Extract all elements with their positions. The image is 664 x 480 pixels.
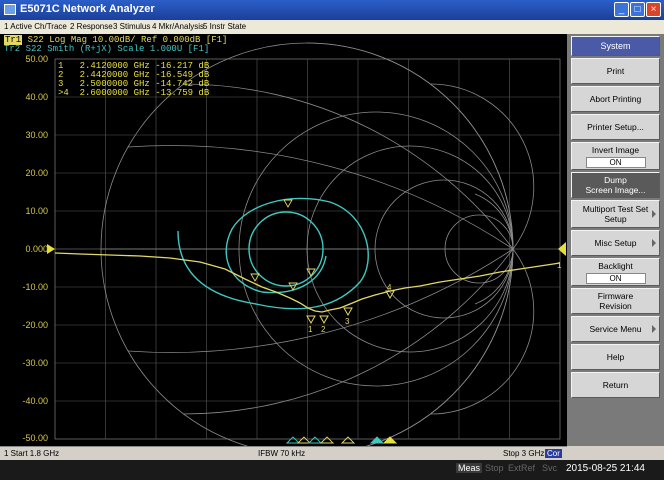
invert-image-state: ON [585, 156, 646, 168]
softkey-system-header[interactable]: System [571, 36, 660, 56]
y-tick-label: 50.00 [25, 54, 48, 64]
menu-response[interactable]: 2 Response [70, 22, 113, 31]
menu-stimulus[interactable]: 3 Stimulus [113, 22, 150, 31]
softkey-firmware-revision[interactable]: Firmware Revision [571, 288, 660, 314]
ref-level-left-arrow [47, 244, 55, 254]
channel-status-bar: 1 Start 1.8 GHz IFBW 70 kHz Stop 3 GHz C… [0, 446, 567, 460]
dump-label-line-2: Screen Image... [585, 185, 646, 195]
backlight-label: Backlight [598, 260, 633, 271]
marker-3-triangle [343, 307, 353, 317]
stop-frequency[interactable]: Stop 3 GHz [503, 449, 544, 458]
softkey-invert-image[interactable]: Invert Image ON [571, 142, 660, 170]
menu-bar: 1 Active Ch/Trace 2 Response 3 Stimulus … [0, 20, 664, 34]
misc-setup-label: Misc Setup [594, 238, 637, 248]
window-title: E5071C Network Analyzer [20, 3, 155, 15]
trace-2-settings: S22 Smith (R+jX) Scale 1.000U [F1] [25, 44, 210, 54]
submenu-arrow-icon [652, 239, 656, 247]
svc-status: Svc [542, 463, 558, 473]
stimulus-marker-row [285, 436, 398, 444]
analyzer-window: E5071C Network Analyzer _ □ × 1 Active C… [0, 0, 664, 480]
marker-2-triangle [319, 315, 329, 325]
correction-indicator: Cor [545, 449, 562, 458]
firmware-label-line-1: Firmware [597, 291, 634, 301]
softkey-print[interactable]: Print [571, 58, 660, 84]
smith-marker-1 [250, 273, 260, 282]
minimize-button[interactable]: _ [614, 2, 629, 17]
trace-2-header[interactable]: Tr2 S22 Smith (R+jX) Scale 1.000U [F1] [4, 44, 209, 54]
submenu-arrow-icon [652, 210, 656, 218]
softkey-multiport-test-set-setup[interactable]: Multiport Test Set Setup [571, 200, 660, 228]
instrument-status-footer: Meas Stop ExtRef Svc 2015-08-25 21:44 [0, 460, 664, 480]
y-tick-label: 40.00 [25, 92, 48, 102]
smith-chart-grid [100, 42, 535, 446]
marker-1-label: 1 [308, 325, 313, 334]
submenu-arrow-icon [652, 325, 656, 333]
marker-3-label: 3 [345, 317, 350, 326]
y-tick-label: 0.000 [25, 244, 48, 254]
maximize-button[interactable]: □ [630, 2, 645, 17]
ifbw-setting[interactable]: IFBW 70 kHz [258, 449, 305, 458]
clock-display: 2015-08-25 21:44 [566, 463, 645, 474]
multiport-label-line-2: Setup [604, 214, 627, 224]
start-frequency[interactable]: 1 Start 1.8 GHz [4, 449, 59, 458]
meas-status: Meas [456, 463, 483, 473]
close-button[interactable]: × [646, 2, 661, 17]
y-tick-label: -30.00 [22, 358, 48, 368]
y-tick-label: -20.00 [22, 320, 48, 330]
marker-1-triangle [306, 315, 316, 325]
y-tick-label: -10.00 [22, 282, 48, 292]
invert-image-label: Invert Image [591, 144, 640, 155]
backlight-state: ON [585, 272, 646, 284]
menu-instr-state[interactable]: 5 Instr State [203, 22, 246, 31]
trace-end-label: 1 [557, 261, 562, 270]
softkey-misc-setup[interactable]: Misc Setup [571, 230, 660, 256]
menu-mkr-analysis[interactable]: 4 Mkr/Analysis [152, 22, 204, 31]
y-tick-label: 20.00 [25, 168, 48, 178]
trace-2-tag: Tr2 [4, 44, 21, 54]
marker-readout-4: >4 2.6000000 GHz -13.759 dB [58, 88, 210, 98]
extref-status: ExtRef [508, 463, 536, 473]
softkey-backlight[interactable]: Backlight ON [571, 258, 660, 286]
softkey-service-menu[interactable]: Service Menu [571, 316, 660, 342]
softkey-dump-screen-image[interactable]: Dump Screen Image... [571, 172, 660, 198]
firmware-label-line-2: Revision [599, 301, 632, 311]
smith-marker-4 [283, 199, 293, 208]
menu-active-ch-trace[interactable]: 1 Active Ch/Trace [4, 22, 67, 31]
softkey-panel: System Print Abort Printing Printer Setu… [567, 34, 664, 446]
softkey-abort-printing[interactable]: Abort Printing [571, 86, 660, 112]
measurement-display[interactable]: 1 2 3 4 Tr1 S22 Log Mag 10.00dB/ Ref 0.0… [0, 34, 567, 446]
title-bar: E5071C Network Analyzer _ □ × [0, 0, 664, 20]
ref-level-right-arrow [558, 242, 566, 256]
softkey-return[interactable]: Return [571, 372, 660, 398]
dump-label-line-1: Dump [604, 175, 627, 185]
stop-status: Stop [485, 463, 504, 473]
multiport-label-line-1: Multiport Test Set [582, 204, 649, 214]
service-menu-label: Service Menu [589, 324, 642, 334]
y-tick-label: -50.00 [22, 433, 48, 443]
app-icon [4, 4, 16, 15]
marker-4-label: 4 [387, 283, 392, 292]
y-tick-label: -40.00 [22, 396, 48, 406]
y-tick-label: 10.00 [25, 206, 48, 216]
y-tick-label: 30.00 [25, 130, 48, 140]
softkey-printer-setup[interactable]: Printer Setup... [571, 114, 660, 140]
marker-2-label: 2 [321, 325, 326, 334]
softkey-help[interactable]: Help [571, 344, 660, 370]
